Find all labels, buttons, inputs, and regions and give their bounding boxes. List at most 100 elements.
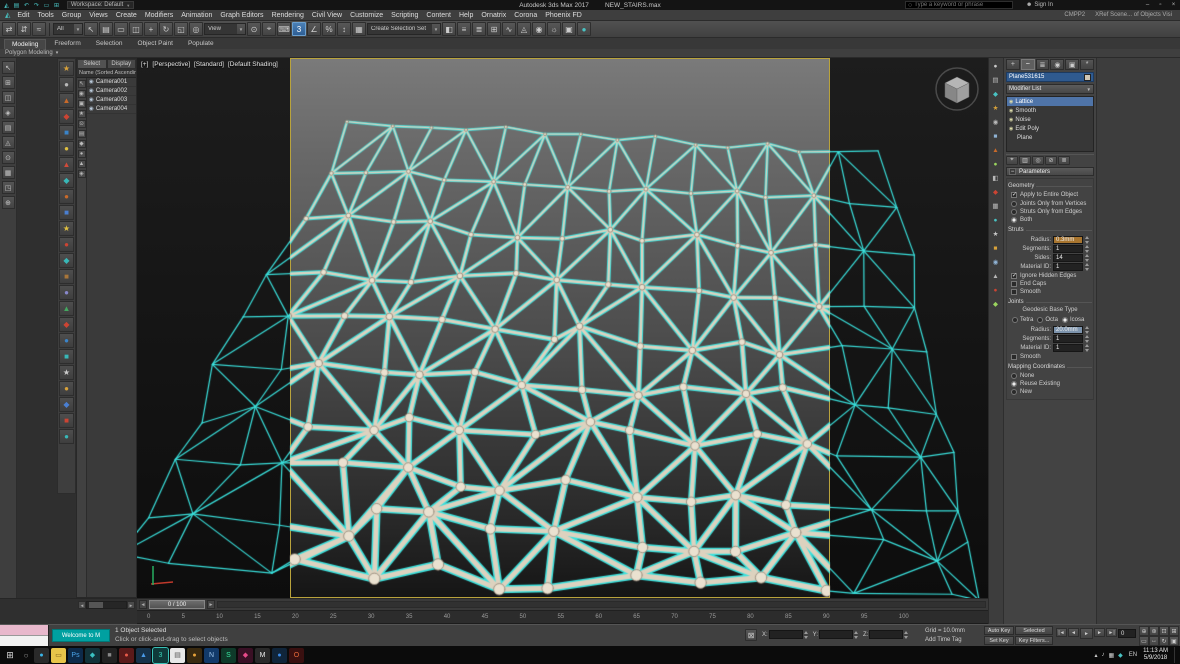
zoom-extents-button[interactable]: ⊡ (1159, 626, 1169, 636)
tray-app-icon[interactable]: ◆ (1118, 652, 1123, 659)
coordinate-input[interactable] (819, 630, 853, 639)
maximize-button[interactable]: ▫ (1154, 0, 1167, 10)
spinner[interactable] (1085, 335, 1091, 343)
language-indicator[interactable]: EN (1129, 652, 1137, 658)
taskbar-app[interactable]: ● (187, 648, 202, 663)
make-unique[interactable]: ◎ (1032, 156, 1044, 165)
select-object[interactable]: ↖ (84, 22, 98, 36)
filter-icon[interactable]: ◆ (78, 140, 86, 148)
scroll-left-arrow[interactable]: ◄ (78, 601, 86, 609)
modifier-stack-item[interactable]: ▭ Plane (1007, 133, 1093, 142)
set-key-button[interactable]: Set Key (984, 636, 1014, 645)
taskbar-app-folder[interactable]: ▭ (51, 648, 66, 663)
tab-modify[interactable]: ~ (1021, 59, 1035, 70)
value-input[interactable]: 1 (1053, 245, 1083, 253)
radio[interactable] (1012, 317, 1018, 323)
base-type-radio[interactable]: Tetra (1012, 317, 1033, 323)
scene-explorer-row[interactable]: ◉ Camera002 (87, 87, 136, 96)
menu-item[interactable]: Create (112, 10, 141, 21)
spinner[interactable] (1085, 263, 1091, 271)
percent-snap-toggle[interactable]: % (322, 22, 336, 36)
spinner[interactable] (1085, 245, 1091, 253)
zoom-button[interactable]: ⊕ (1139, 626, 1149, 636)
base-type-radio[interactable]: Icosa (1062, 317, 1084, 323)
layout-tab-icon[interactable]: ▤ (2, 121, 15, 134)
select-by-name[interactable]: ▤ (99, 22, 113, 36)
right-toolbar-icon[interactable]: ■ (990, 242, 1002, 254)
docked-toolbar-label[interactable]: CMPP2 (1064, 12, 1085, 18)
right-toolbar-icon[interactable]: ● (990, 60, 1002, 72)
script-toolbar-icon[interactable]: ◆ (59, 109, 74, 124)
script-toolbar-icon[interactable]: ◆ (59, 253, 74, 268)
radio[interactable] (1011, 381, 1017, 387)
script-toolbar-icon[interactable]: ★ (59, 365, 74, 380)
open-icon[interactable]: ⊞ (52, 1, 61, 10)
previous-frame-button[interactable]: ◄ (1068, 628, 1079, 637)
script-toolbar-icon[interactable]: ◆ (59, 397, 74, 412)
select-and-place[interactable]: ◎ (189, 22, 203, 36)
listener-macro-row[interactable] (0, 625, 48, 636)
ribbon-tab[interactable]: Freeform (47, 39, 87, 49)
selected-combo[interactable]: Selected (1015, 626, 1053, 635)
viewport-label-item[interactable]: [Default Shading] (228, 61, 278, 68)
current-frame-input[interactable]: 0 (1118, 629, 1136, 638)
right-toolbar-icon[interactable]: ▤ (990, 74, 1002, 86)
save-icon[interactable]: ▤ (12, 1, 21, 10)
taskbar-app[interactable]: ▲ (136, 648, 151, 663)
filter-icon[interactable]: ▤ (78, 130, 86, 138)
tab-hierarchy[interactable]: ≣ (1036, 59, 1050, 70)
visibility-bulb-icon[interactable]: ◉ (1009, 117, 1013, 123)
align[interactable]: ≡ (457, 22, 471, 36)
project-folder-icon[interactable]: ▭ (42, 1, 51, 10)
reference-coordinate-combo[interactable]: View ▼ (204, 23, 246, 35)
scene-explorer-row[interactable]: ◉ Camera003 (87, 96, 136, 105)
checkbox[interactable] (1011, 289, 1017, 295)
toggle-scene-explorer[interactable]: ⊞ (487, 22, 501, 36)
script-toolbar-icon[interactable]: ★ (59, 61, 74, 76)
script-toolbar-icon[interactable]: ● (59, 77, 74, 92)
right-toolbar-icon[interactable]: ● (990, 284, 1002, 296)
scroll-right-arrow[interactable]: ► (127, 601, 135, 609)
script-toolbar-icon[interactable]: ■ (59, 269, 74, 284)
taskbar-app-browser[interactable]: ● (34, 648, 49, 663)
ribbon-panel-bar[interactable]: Polygon Modeling ▾ (0, 49, 1180, 58)
window-crossing-toggle[interactable]: ◫ (129, 22, 143, 36)
curve-editor[interactable]: ∿ (502, 22, 516, 36)
layout-tab-icon[interactable]: ◬ (2, 136, 15, 149)
taskbar-app[interactable]: ◆ (85, 648, 100, 663)
parameters-rollout-header[interactable]: − Parameters (1006, 167, 1094, 176)
checkbox[interactable] (1011, 273, 1017, 279)
strut-option-checkbox[interactable]: Smooth (1008, 288, 1092, 296)
radio[interactable] (1011, 209, 1017, 215)
add-time-tag[interactable]: Add Time Tag (925, 637, 962, 643)
named-selection-sets-combo[interactable]: Create Selection Set ▼ (367, 23, 441, 35)
select-and-move[interactable]: + (144, 22, 158, 36)
edit-named-selection-sets[interactable]: ▦ (352, 22, 366, 36)
menu-item[interactable]: Ornatrix (477, 10, 510, 21)
menu-item[interactable]: Views (85, 10, 112, 21)
app-icon[interactable]: ◭ (5, 11, 10, 19)
viewport-canvas[interactable] (137, 58, 988, 598)
snaps-toggle-3d[interactable]: 3 (292, 22, 306, 36)
taskbar-app[interactable]: N (204, 648, 219, 663)
geometry-option-radio[interactable]: Both (1008, 216, 1092, 224)
spinner[interactable] (804, 631, 810, 639)
script-toolbar-icon[interactable]: ◆ (59, 173, 74, 188)
go-to-end-button[interactable]: ►| (1106, 628, 1117, 637)
object-color-swatch[interactable] (1084, 74, 1091, 81)
mapping-option-radio[interactable]: New (1008, 388, 1092, 396)
next-frame-button[interactable]: ► (1094, 628, 1105, 637)
docked-toolbar-label[interactable]: XRef Scene... of Objects Visi (1095, 12, 1172, 18)
spinner[interactable] (904, 631, 910, 639)
right-toolbar-icon[interactable]: ■ (990, 130, 1002, 142)
go-to-start-button[interactable]: |◄ (1056, 628, 1067, 637)
welcome-button[interactable]: Welcome to M (52, 629, 110, 642)
scrollbar-thumb[interactable] (89, 602, 103, 608)
value-input[interactable]: 1 (1053, 344, 1083, 352)
strut-option-checkbox[interactable]: Ignore Hidden Edges (1008, 272, 1092, 280)
taskbar-app[interactable]: S (221, 648, 236, 663)
coordinate-input[interactable] (869, 630, 903, 639)
minimize-button[interactable]: – (1141, 0, 1154, 10)
application-menu-icon[interactable]: ◭ (2, 1, 11, 10)
script-toolbar-icon[interactable]: ● (59, 285, 74, 300)
